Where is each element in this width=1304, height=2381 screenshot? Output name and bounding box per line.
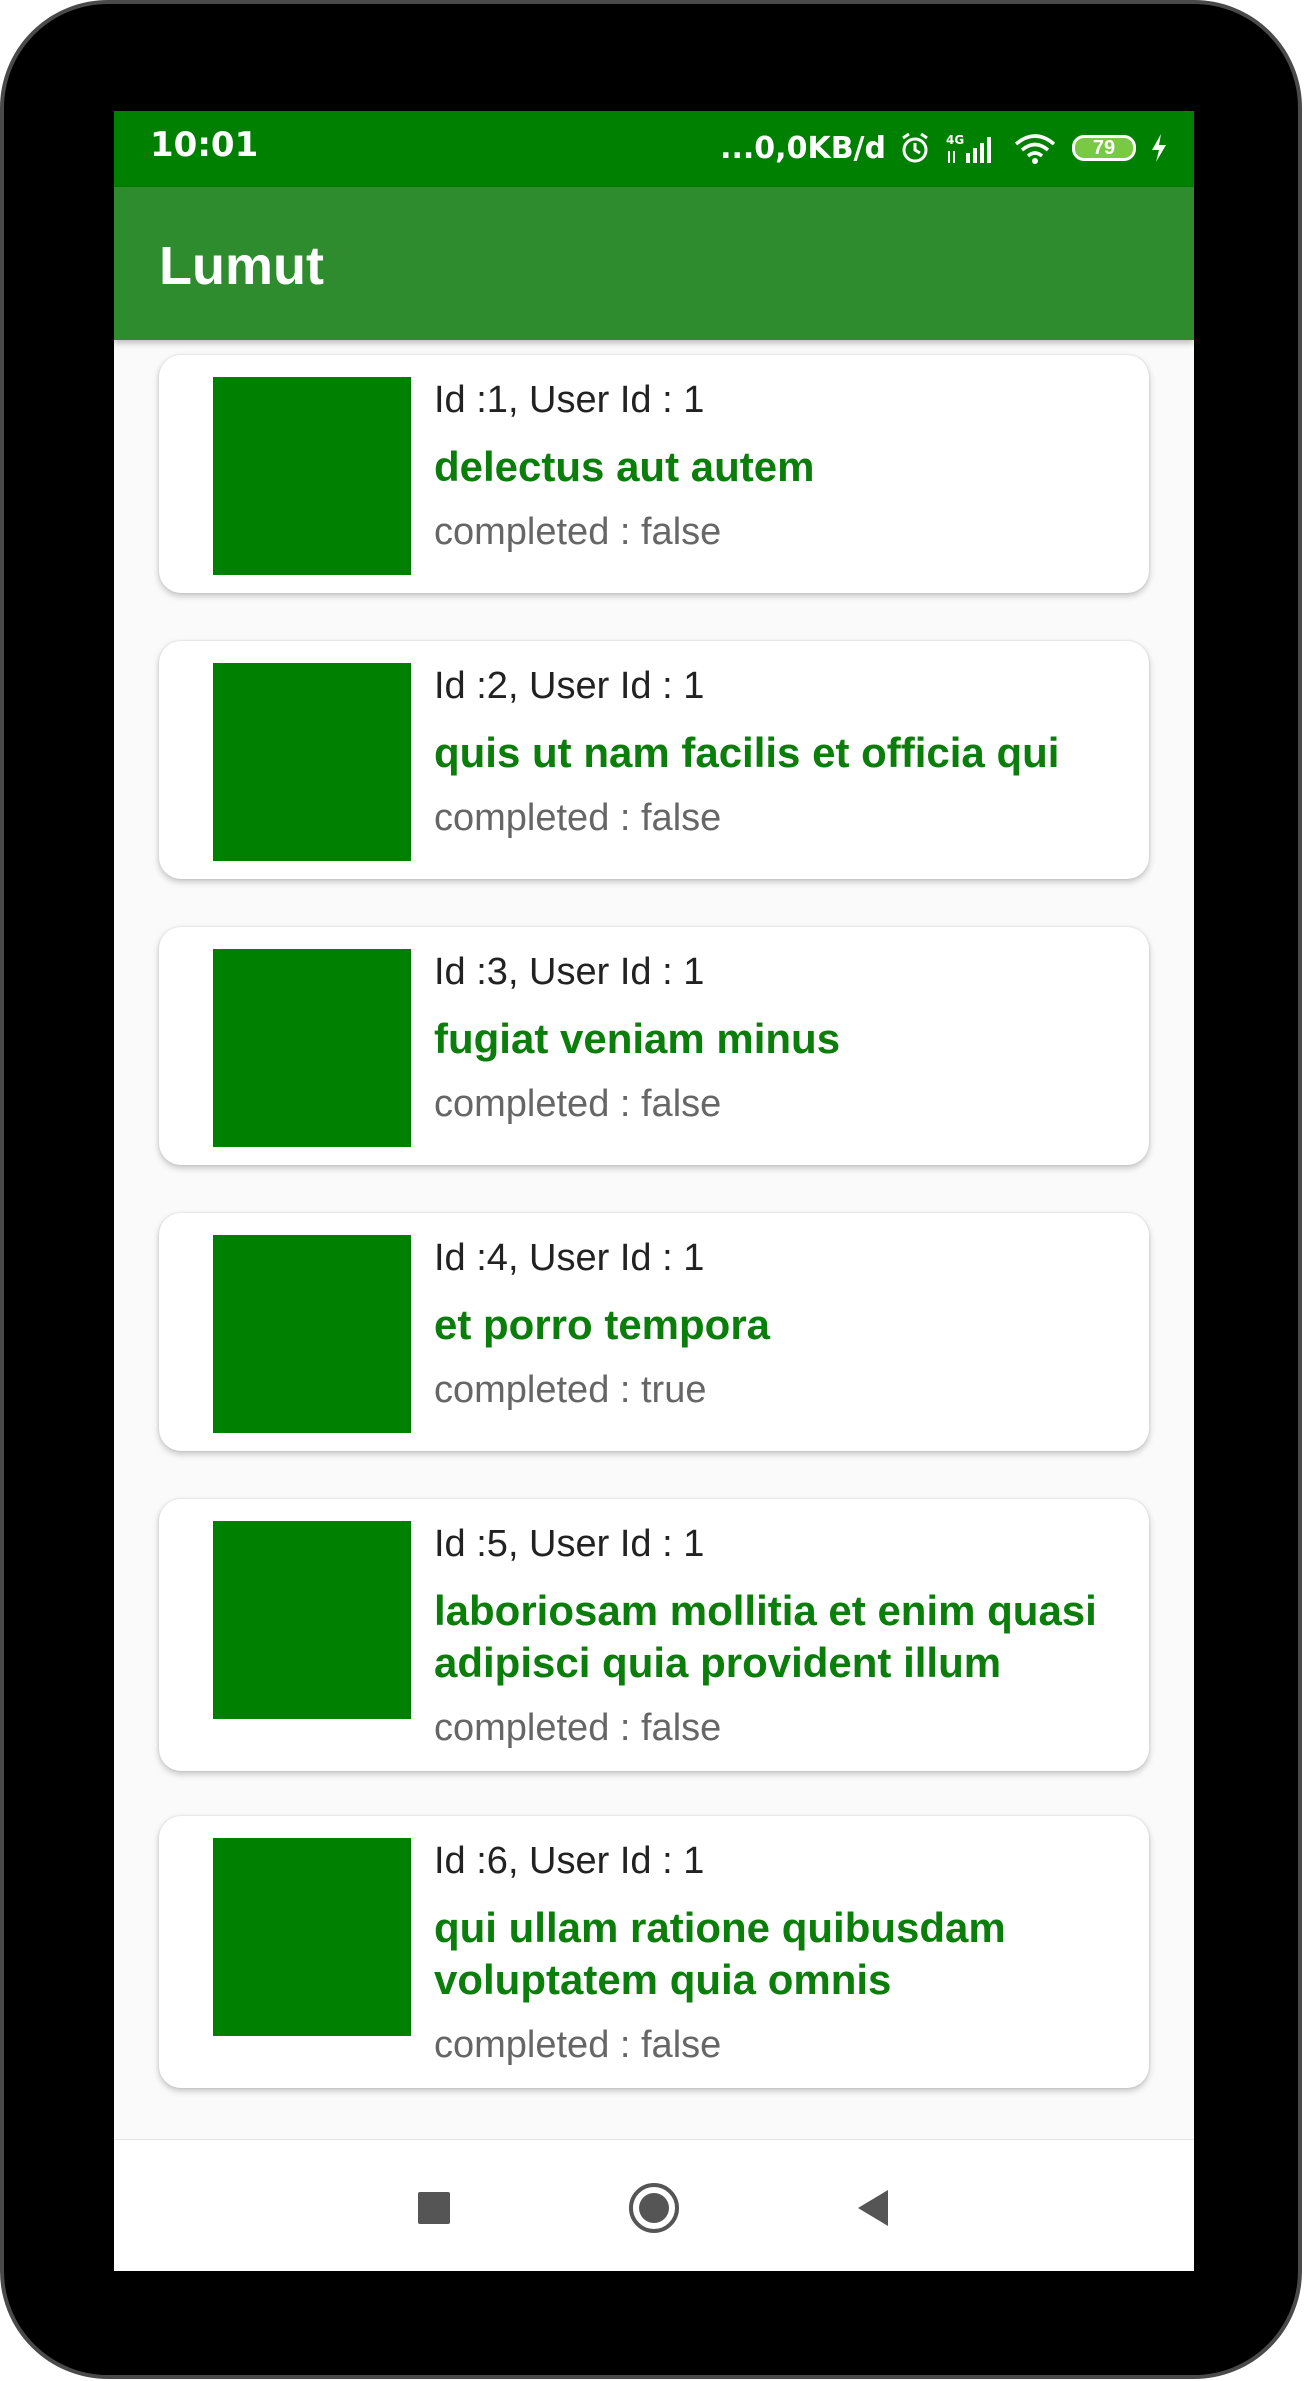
todo-card[interactable]: Id :1, User Id : 1 delectus aut autem co… (159, 355, 1149, 593)
recents-button[interactable] (404, 2178, 464, 2238)
todo-title: delectus aut autem (434, 443, 815, 490)
todo-title: qui ullam ratione quibusdam voluptatem q… (434, 1904, 1006, 2003)
wifi-icon (1014, 134, 1056, 164)
alarm-icon (902, 132, 928, 163)
todo-thumbnail (213, 1521, 411, 1719)
todo-completed-status: completed : false (434, 797, 722, 839)
todo-ids: Id :5, User Id : 1 (434, 1523, 705, 1565)
todo-completed-status: completed : false (434, 511, 722, 553)
network-type-label: 4G (946, 133, 964, 147)
todo-ids: Id :6, User Id : 1 (434, 1840, 705, 1882)
todo-card[interactable]: Id :2, User Id : 1 quis ut nam facilis e… (159, 641, 1149, 879)
todo-ids: Id :3, User Id : 1 (434, 951, 705, 993)
todo-ids: Id :1, User Id : 1 (434, 379, 705, 421)
back-button[interactable] (844, 2178, 904, 2238)
status-icons: ...0,0KB/d 4G 79 (720, 123, 1168, 173)
home-circle-icon (629, 2183, 679, 2233)
todo-title: et porro tempora (434, 1301, 771, 1348)
todo-thumbnail (213, 1838, 411, 2036)
todo-completed-status: completed : false (434, 2024, 722, 2066)
back-triangle-icon (858, 2190, 888, 2226)
todo-card[interactable]: Id :4, User Id : 1 et porro tempora comp… (159, 1213, 1149, 1451)
todo-card[interactable]: Id :6, User Id : 1 qui ullam ratione qui… (159, 1816, 1149, 2088)
status-time: 10:01 (150, 125, 259, 165)
todo-completed-status: completed : true (434, 1369, 707, 1411)
todo-title: fugiat veniam minus (434, 1015, 841, 1062)
todo-completed-status: completed : false (434, 1707, 722, 1749)
todo-thumbnail (213, 949, 411, 1147)
todo-list[interactable]: Id :1, User Id : 1 delectus aut autem co… (114, 340, 1194, 2252)
todo-thumbnail (213, 663, 411, 861)
recents-square-icon (418, 2192, 450, 2224)
todo-ids: Id :4, User Id : 1 (434, 1237, 705, 1279)
charging-icon (1152, 134, 1166, 162)
todo-completed-status: completed : false (434, 1083, 722, 1125)
system-nav-bar (114, 2139, 1194, 2271)
app-bar: Lumut (114, 187, 1194, 340)
app-title: Lumut (159, 236, 324, 296)
battery-level: 79 (1092, 136, 1116, 159)
todo-card[interactable]: Id :3, User Id : 1 fugiat veniam minus c… (159, 927, 1149, 1165)
todo-title: quis ut nam facilis et officia qui (434, 729, 1060, 776)
status-bar: 10:01 ...0,0KB/d 4G 79 (114, 111, 1194, 187)
todo-card[interactable]: Id :5, User Id : 1 laboriosam mollitia e… (159, 1499, 1149, 1771)
home-button[interactable] (624, 2178, 684, 2238)
network-speed: ...0,0KB/d (720, 130, 886, 166)
todo-title: laboriosam mollitia et enim quasi adipis… (434, 1587, 1097, 1686)
todo-ids: Id :2, User Id : 1 (434, 665, 705, 707)
todo-thumbnail (213, 377, 411, 575)
phone-screen: 10:01 ...0,0KB/d 4G 79 Lumut Id:1, User… (114, 111, 1194, 2271)
signal-4g-icon: 4G (946, 133, 991, 163)
battery-icon: 79 (1072, 135, 1136, 161)
todo-thumbnail (213, 1235, 411, 1433)
